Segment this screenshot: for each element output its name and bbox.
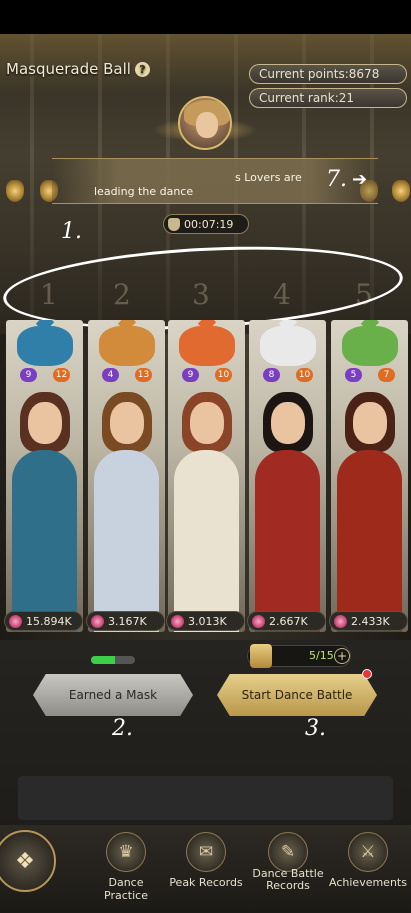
page-title-text: Masquerade Ball xyxy=(6,60,131,78)
score-value: 3.013K xyxy=(188,614,227,628)
nav-dance-battle-records[interactable]: ✎ Dance Battle Records xyxy=(248,832,328,892)
ticket-count: 5/15 xyxy=(309,649,334,662)
dancer-face xyxy=(110,402,144,444)
rose-icon xyxy=(9,614,22,628)
dancer-score: 3.167K xyxy=(86,611,165,631)
dancer-icon: ♛ xyxy=(106,832,146,872)
mask-icon xyxy=(342,326,398,366)
dancer-face xyxy=(271,402,305,444)
plus-icon[interactable]: + xyxy=(334,648,350,664)
annotation-3: 3. xyxy=(305,716,326,741)
dancer-card[interactable]: 57 xyxy=(331,320,408,632)
start-dance-battle-button[interactable]: Start Dance Battle xyxy=(217,674,377,716)
mask-progress-bar xyxy=(91,656,135,664)
shield-icon xyxy=(168,217,180,231)
help-icon[interactable]: ? xyxy=(134,61,150,77)
rose-icon xyxy=(171,614,184,628)
rose-icon xyxy=(334,614,347,628)
current-points: Current points:8678 xyxy=(249,64,407,84)
score-value: 2.433K xyxy=(351,614,390,628)
mask-icon xyxy=(260,326,316,366)
mask-icon xyxy=(17,326,73,366)
rose-icon xyxy=(91,614,104,628)
mask-level-badge: 5 xyxy=(345,368,362,382)
game-screen: Masquerade Ball ? Current points:8678 Cu… xyxy=(0,0,411,913)
dancer-face xyxy=(28,402,62,444)
ticket-icon xyxy=(250,644,272,668)
dancer-dress xyxy=(12,450,77,632)
dancer-card[interactable]: 4 13 xyxy=(88,320,165,632)
dancer-card[interactable]: 9 10 xyxy=(168,320,245,632)
mask-progress-fill xyxy=(91,656,116,664)
score-value: 2.667K xyxy=(269,614,308,628)
notification-dot xyxy=(362,669,372,679)
mask-level-badge: 8 xyxy=(263,368,280,382)
score-value: 3.167K xyxy=(108,614,147,628)
leader-avatar[interactable] xyxy=(178,96,232,150)
nav-label: Dance Practice xyxy=(104,876,148,902)
annotation-1: 1. xyxy=(61,219,82,244)
countdown-timer: 00:07:19 xyxy=(163,214,249,234)
redacted-box xyxy=(18,776,393,820)
home-icon: ❖ xyxy=(15,848,35,874)
mask-icon xyxy=(179,326,235,366)
mask-count-badge: 7 xyxy=(378,368,395,382)
scroll-icon: ✉ xyxy=(186,832,226,872)
dancer-card[interactable]: 9 12 xyxy=(6,320,83,632)
trophy-icon: ⚔ xyxy=(348,832,388,872)
dancer-face xyxy=(353,402,387,444)
nav-label: Achievements xyxy=(329,876,407,889)
nav-label: Dance Battle Records xyxy=(252,867,324,892)
arrow-right-icon[interactable]: ➔ xyxy=(352,170,372,190)
mask-level-badge: 4 xyxy=(102,368,119,382)
mask-count-badge: 10 xyxy=(296,368,313,382)
chandelier-icon xyxy=(392,180,410,202)
dancer-score: 2.667K xyxy=(247,611,326,631)
annotation-2: 2. xyxy=(112,716,133,741)
banner-line-1: s Lovers are xyxy=(235,171,302,184)
dancer-dress xyxy=(174,450,239,632)
dancer-dress xyxy=(94,450,159,632)
status-bar xyxy=(0,0,411,34)
rose-icon xyxy=(252,614,265,628)
nav-achievements[interactable]: ⚔ Achievements xyxy=(328,832,408,889)
nav-dance-practice[interactable]: ♛ Dance Practice xyxy=(86,832,166,902)
page-title: Masquerade Ball ? xyxy=(6,60,150,78)
score-value: 15.894K xyxy=(26,614,72,628)
nav-peak-records[interactable]: ✉ Peak Records xyxy=(166,832,246,889)
dancer-score: 15.894K xyxy=(4,611,83,631)
chandelier-icon xyxy=(6,180,24,202)
mask-level-badge: 9 xyxy=(182,368,199,382)
record-book-icon: ✎ xyxy=(268,832,308,872)
avatar-face xyxy=(196,112,218,138)
dancer-dress xyxy=(337,450,402,632)
mask-icon xyxy=(99,326,155,366)
dancer-score: 3.013K xyxy=(166,611,245,631)
nav-label: Peak Records xyxy=(169,876,243,889)
mask-count-badge: 10 xyxy=(215,368,232,382)
dancer-card[interactable]: 8 10 xyxy=(249,320,326,632)
mask-count-badge: 13 xyxy=(135,368,152,382)
dancer-dress xyxy=(255,450,320,632)
mask-count-badge: 12 xyxy=(53,368,70,382)
ticket-counter: 5/15 + xyxy=(247,644,351,668)
earned-mask-button[interactable]: Earned a Mask xyxy=(33,674,193,716)
banner-line-2: leading the dance xyxy=(94,185,194,198)
dancer-face xyxy=(190,402,224,444)
mask-level-badge: 9 xyxy=(20,368,37,382)
current-rank: Current rank:21 xyxy=(249,88,407,108)
annotation-7: 7. xyxy=(326,167,347,192)
dancer-score: 2.433K xyxy=(329,611,408,631)
timer-value: 00:07:19 xyxy=(184,217,234,231)
